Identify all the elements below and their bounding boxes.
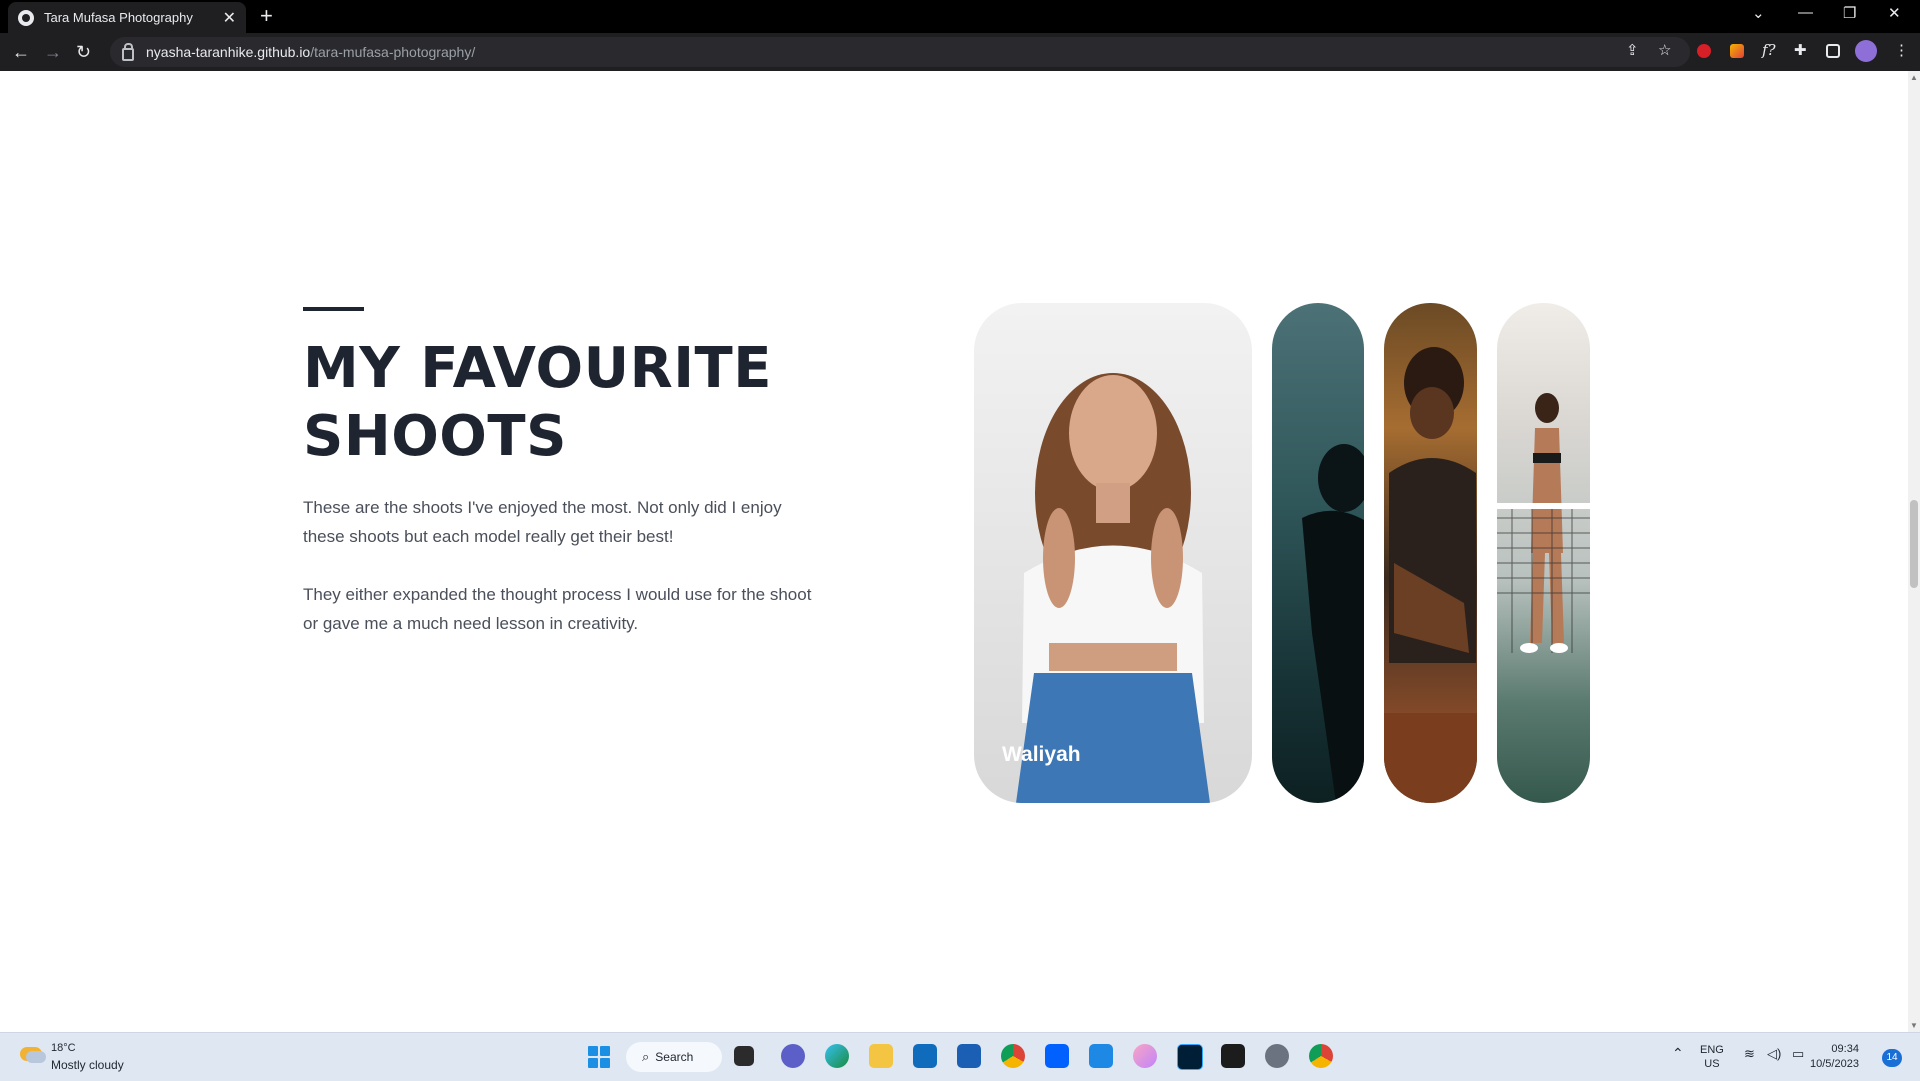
- side-panel-icon[interactable]: [1826, 44, 1840, 58]
- browser-tab[interactable]: Tara Mufasa Photography ✕: [8, 2, 246, 33]
- lock-icon: [122, 42, 134, 61]
- search-label: Search: [655, 1050, 694, 1064]
- windows-taskbar: 18°C Mostly cloudy ⌕ Search ⌃ ENG US ≋ ◁…: [0, 1032, 1920, 1081]
- shoot-photo-3: [1384, 347, 1477, 803]
- page-content: MY FAVOURITE SHOOTS These are the shoots…: [0, 71, 1908, 1032]
- notification-badge[interactable]: 14: [1882, 1049, 1902, 1067]
- volume-icon[interactable]: ◁): [1767, 1047, 1781, 1061]
- browser-toolbar: ← → ↻ nyasha-taranhike.github.io/tara-mu…: [0, 33, 1920, 71]
- shoot-photo-2: [1302, 444, 1364, 803]
- featured-card-caption: Waliyah: [1002, 743, 1081, 766]
- wifi-icon[interactable]: ≋: [1744, 1047, 1755, 1061]
- browser-menu-icon[interactable]: ⋮: [1894, 41, 1909, 59]
- settings-gear-icon[interactable]: [1265, 1044, 1289, 1068]
- featured-shoot-card[interactable]: Waliyah: [974, 303, 1252, 803]
- extension-red-icon[interactable]: [1697, 44, 1711, 58]
- window-close-icon[interactable]: ✕: [1888, 4, 1901, 22]
- edge-icon[interactable]: [825, 1044, 849, 1068]
- start-windows-icon[interactable]: [588, 1046, 610, 1068]
- new-tab-icon[interactable]: +: [260, 4, 273, 28]
- section-paragraph-2: They either expanded the thought process…: [303, 585, 812, 633]
- file-explorer-icon[interactable]: [869, 1044, 893, 1068]
- tab-search-chevron-icon[interactable]: ⌄: [1752, 4, 1765, 22]
- reload-icon[interactable]: ↻: [76, 42, 91, 62]
- language-region: US: [1704, 1058, 1720, 1070]
- tray-overflow-chevron-icon[interactable]: ⌃: [1672, 1046, 1684, 1060]
- extension-pen-icon[interactable]: [1730, 44, 1744, 58]
- task-view-icon[interactable]: [734, 1046, 754, 1066]
- address-bar[interactable]: nyasha-taranhike.github.io/tara-mufasa-p…: [110, 37, 1690, 67]
- browser-tab-bar: Tara Mufasa Photography ✕ + ⌄ — ❐ ✕: [0, 0, 1920, 33]
- shoot-photo-4: [1497, 393, 1590, 653]
- site-favicon-icon: [18, 9, 34, 26]
- language-code: ENG: [1700, 1044, 1724, 1056]
- search-icon: ⌕: [642, 1049, 650, 1064]
- heading-accent-line: [303, 307, 364, 311]
- language-indicator[interactable]: ENG US: [1700, 1043, 1724, 1071]
- url-host: nyasha-taranhike.github.io: [146, 44, 311, 60]
- mail-icon[interactable]: [957, 1044, 981, 1068]
- shoot-card-3[interactable]: [1384, 303, 1477, 803]
- itunes-icon[interactable]: [1133, 1044, 1157, 1068]
- restore-icon[interactable]: ❐: [1843, 4, 1856, 22]
- section-paragraph-1: These are the shoots I've enjoyed the mo…: [303, 498, 782, 546]
- teams-chat-icon[interactable]: [781, 1044, 805, 1068]
- weather-description[interactable]: Mostly cloudy: [51, 1058, 124, 1072]
- scroll-down-icon[interactable]: ▼: [1910, 1021, 1918, 1030]
- taskbar-search[interactable]: ⌕ Search: [626, 1042, 722, 1072]
- scroll-up-icon[interactable]: ▲: [1910, 73, 1918, 82]
- tab-title: Tara Mufasa Photography: [44, 10, 193, 25]
- chrome-active-icon[interactable]: [1309, 1044, 1333, 1068]
- url-path: /tara-mufasa-photography/: [310, 44, 476, 60]
- extension-font-icon[interactable]: f?: [1762, 41, 1776, 59]
- scrollbar-thumb[interactable]: [1910, 500, 1918, 588]
- bookmark-star-icon[interactable]: ☆: [1658, 41, 1671, 59]
- bridge-icon[interactable]: [1221, 1044, 1245, 1068]
- clock-date: 10/5/2023: [1810, 1058, 1859, 1070]
- photoshop-icon[interactable]: [1177, 1044, 1203, 1070]
- minimize-icon[interactable]: —: [1798, 4, 1813, 21]
- microsoft-store-icon[interactable]: [913, 1044, 937, 1068]
- weather-temperature[interactable]: 18°C: [51, 1042, 76, 1054]
- dropbox-icon[interactable]: [1045, 1044, 1069, 1068]
- profile-avatar[interactable]: [1855, 40, 1877, 62]
- shoot-card-4[interactable]: [1497, 303, 1590, 803]
- taskbar-clock[interactable]: 09:34 10/5/2023: [1810, 1042, 1859, 1072]
- weather-cloud-icon[interactable]: [20, 1047, 46, 1063]
- section-heading: MY FAVOURITE SHOOTS: [303, 336, 772, 469]
- forward-icon[interactable]: →: [44, 42, 62, 62]
- battery-icon[interactable]: ▭: [1792, 1047, 1804, 1061]
- featured-model-photo: [1016, 373, 1210, 803]
- vscode-icon[interactable]: [1089, 1044, 1113, 1068]
- clock-time: 09:34: [1831, 1043, 1859, 1055]
- chrome-icon[interactable]: [1001, 1044, 1025, 1068]
- extensions-puzzle-icon[interactable]: ✚: [1794, 41, 1807, 59]
- tab-close-icon[interactable]: ✕: [223, 8, 236, 28]
- shoot-card-2[interactable]: [1272, 303, 1364, 803]
- back-icon[interactable]: ←: [12, 42, 30, 62]
- share-icon[interactable]: ⇪: [1626, 41, 1639, 59]
